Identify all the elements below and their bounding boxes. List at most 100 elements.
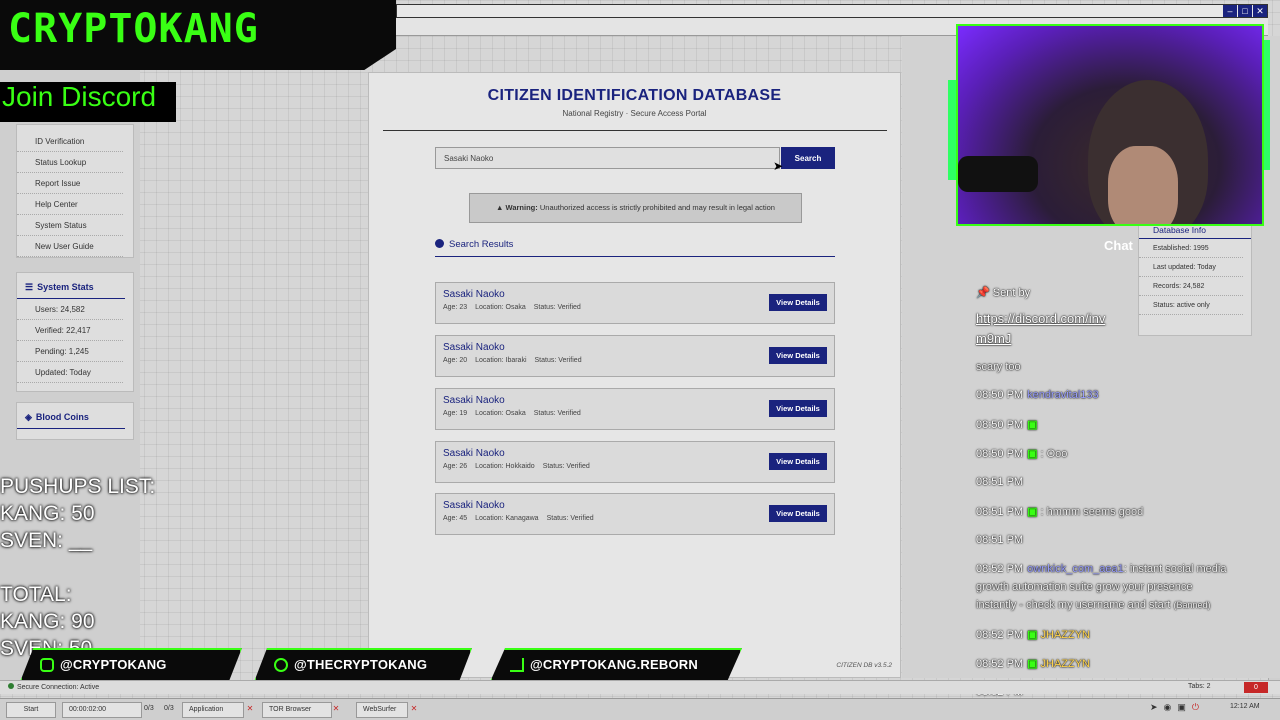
chat-sent-by: 📌 Sent by: [976, 286, 1030, 299]
sidebar-item-status-lookup[interactable]: Status Lookup: [17, 152, 123, 173]
system-stats-card: ☰ System Stats Users: 24,582 Verified: 22…: [16, 272, 134, 392]
chat-user: JHAZZYN: [1040, 629, 1091, 641]
blood-coins-card[interactable]: ◈ Blood Coins: [16, 402, 134, 440]
result-name: Sasaki Naoko: [443, 342, 505, 353]
view-details-button[interactable]: View Details: [769, 400, 827, 417]
pushups-line: [0, 554, 155, 581]
warning-icon: ▲: [496, 203, 504, 212]
timer-display: 00:00:02:00: [62, 702, 142, 718]
user-icon: [435, 239, 444, 248]
page-subtitle: National Registry · Secure Access Portal: [562, 109, 707, 118]
chat-time: 08:50 PM: [976, 389, 1024, 401]
result-age: Age: 23: [443, 304, 468, 311]
chat-text: : instant social media: [1123, 563, 1227, 575]
chat-time: 08:51 PM: [976, 476, 1024, 488]
coins-icon: ◈: [25, 412, 32, 422]
connection-status: Secure Connection: Active: [8, 683, 99, 691]
twitter-icon: [274, 658, 288, 672]
instagram-icon: [40, 658, 54, 672]
result-age: Age: 20: [443, 357, 468, 364]
search-results-title: Search Results: [449, 239, 514, 250]
discord-link[interactable]: https://discord.com/inv: [976, 311, 1105, 326]
result-status: Status: Verified: [534, 357, 582, 364]
chat-text: growth automation suite grow your presen…: [976, 581, 1193, 593]
result-age: Age: 26: [443, 463, 468, 470]
chat-banned-tag: (Banned): [1173, 600, 1211, 610]
version-label: CITIZEN DB v3.5.2: [836, 662, 892, 669]
chat-message: 08:50 PM ▣: Ooo: [976, 447, 1067, 460]
chat-message-continued: growth automation suite grow your presen…: [976, 581, 1192, 593]
microphone-icon: [958, 156, 1038, 192]
sidebar-item-help-center[interactable]: Help Center: [17, 194, 123, 215]
sidebar-item-system-status[interactable]: System Status: [17, 215, 123, 236]
chat-label: Chat: [1104, 238, 1133, 253]
chart-icon: ☰: [25, 282, 34, 292]
streamer-face: [1108, 146, 1178, 224]
close-icon[interactable]: ✕: [330, 702, 342, 718]
blood-coins-header: ◈ Blood Coins: [17, 403, 125, 429]
maximize-icon[interactable]: □: [1238, 5, 1252, 17]
social-label: @CRYPTOKANG: [60, 657, 167, 672]
camera-icon[interactable]: ▣: [1177, 702, 1192, 712]
view-details-button[interactable]: View Details: [769, 347, 827, 364]
stat-updated: Updated: Today: [17, 362, 123, 383]
taskbar-app-tor-browser[interactable]: TOR Browser: [262, 702, 332, 718]
result-meta: Age: 20 Location: Ibaraki Status: Verified: [443, 357, 590, 364]
chat-sent-by-text: Sent by: [992, 287, 1031, 299]
chat-time: 08:51 PM: [976, 534, 1024, 546]
pushups-line: TOTAL:: [0, 583, 72, 606]
search-button[interactable]: Search: [781, 147, 835, 169]
taskbar-app-application[interactable]: Application: [182, 702, 244, 718]
connection-status-text: Secure Connection: Active: [17, 684, 100, 691]
warning-text: Unauthorized access is strictly prohibit…: [539, 203, 775, 212]
chat-message: 08:51 PM: [976, 476, 1027, 488]
badge-icon: ▣: [1027, 419, 1038, 431]
power-icon[interactable]: ⏻: [1192, 702, 1205, 712]
sidebar-item-new-user-guide[interactable]: New User Guide: [17, 236, 123, 257]
counter-one: 0/3: [144, 705, 154, 712]
chat-user: ownkick_com_aea1: [1027, 563, 1124, 575]
taskbar-app-websurfer[interactable]: WebSurfer: [356, 702, 408, 718]
chat-time: 08:50 PM: [976, 419, 1024, 431]
stat-pending: Pending: 1,245: [17, 341, 123, 362]
sidebar-item-id-verification[interactable]: ID Verification: [17, 131, 123, 152]
start-button[interactable]: Start: [6, 702, 56, 718]
chat-user: kendravital133: [1027, 389, 1099, 401]
discord-link-continued[interactable]: m9mJ: [976, 331, 1011, 346]
status-bar: Secure Connection: Active Tabs: 2 0: [0, 680, 1280, 694]
close-icon[interactable]: ✕: [408, 702, 420, 718]
minimize-icon[interactable]: –: [1223, 5, 1237, 17]
chat-time: 08:50 PM: [976, 448, 1024, 460]
view-details-button[interactable]: View Details: [769, 505, 827, 522]
warning-label: Warning:: [505, 203, 538, 212]
view-details-button[interactable]: View Details: [769, 453, 827, 470]
title-divider: [383, 130, 887, 131]
webcam-frame-accent: [1264, 40, 1270, 170]
result-age: Age: 45: [443, 515, 468, 522]
chat-text: scary too: [976, 361, 1021, 373]
stat-users: Users: 24,582: [17, 299, 123, 320]
result-location: Location: Osaka: [475, 304, 526, 311]
network-icon[interactable]: ◉: [1164, 702, 1178, 712]
system-stats-title: System Stats: [37, 282, 94, 292]
search-input[interactable]: [435, 147, 780, 169]
stat-verified: Verified: 22,417: [17, 320, 123, 341]
social-label: @CRYPTOKANG.REBORN: [530, 657, 698, 672]
close-icon[interactable]: ✕: [1253, 5, 1267, 17]
warning-banner: ▲ Warning: Unauthorized access is strict…: [469, 193, 802, 223]
view-details-button[interactable]: View Details: [769, 294, 827, 311]
sidebar-item-report-issue[interactable]: Report Issue: [17, 173, 123, 194]
citizen-database-page: CITIZEN IDENTIFICATION DATABASE National…: [368, 72, 901, 678]
close-icon[interactable]: ✕: [244, 702, 256, 718]
result-name: Sasaki Naoko: [443, 289, 505, 300]
badge-icon: ▣: [1027, 448, 1038, 460]
brand-logo: CRYPTOKANG: [8, 6, 259, 52]
send-icon[interactable]: ➤: [1150, 702, 1164, 712]
notification-badge[interactable]: 0: [1244, 682, 1268, 693]
db-info-last-updated: Last updated: Today: [1139, 258, 1243, 277]
result-meta: Age: 26 Location: Hokkaido Status: Verifie…: [443, 463, 598, 470]
chat-message: 08:50 PM ▣: [976, 418, 1041, 431]
window-titlebar: – □ ✕: [396, 4, 1268, 18]
blood-coins-title: Blood Coins: [35, 412, 89, 422]
result-name: Sasaki Naoko: [443, 448, 505, 459]
